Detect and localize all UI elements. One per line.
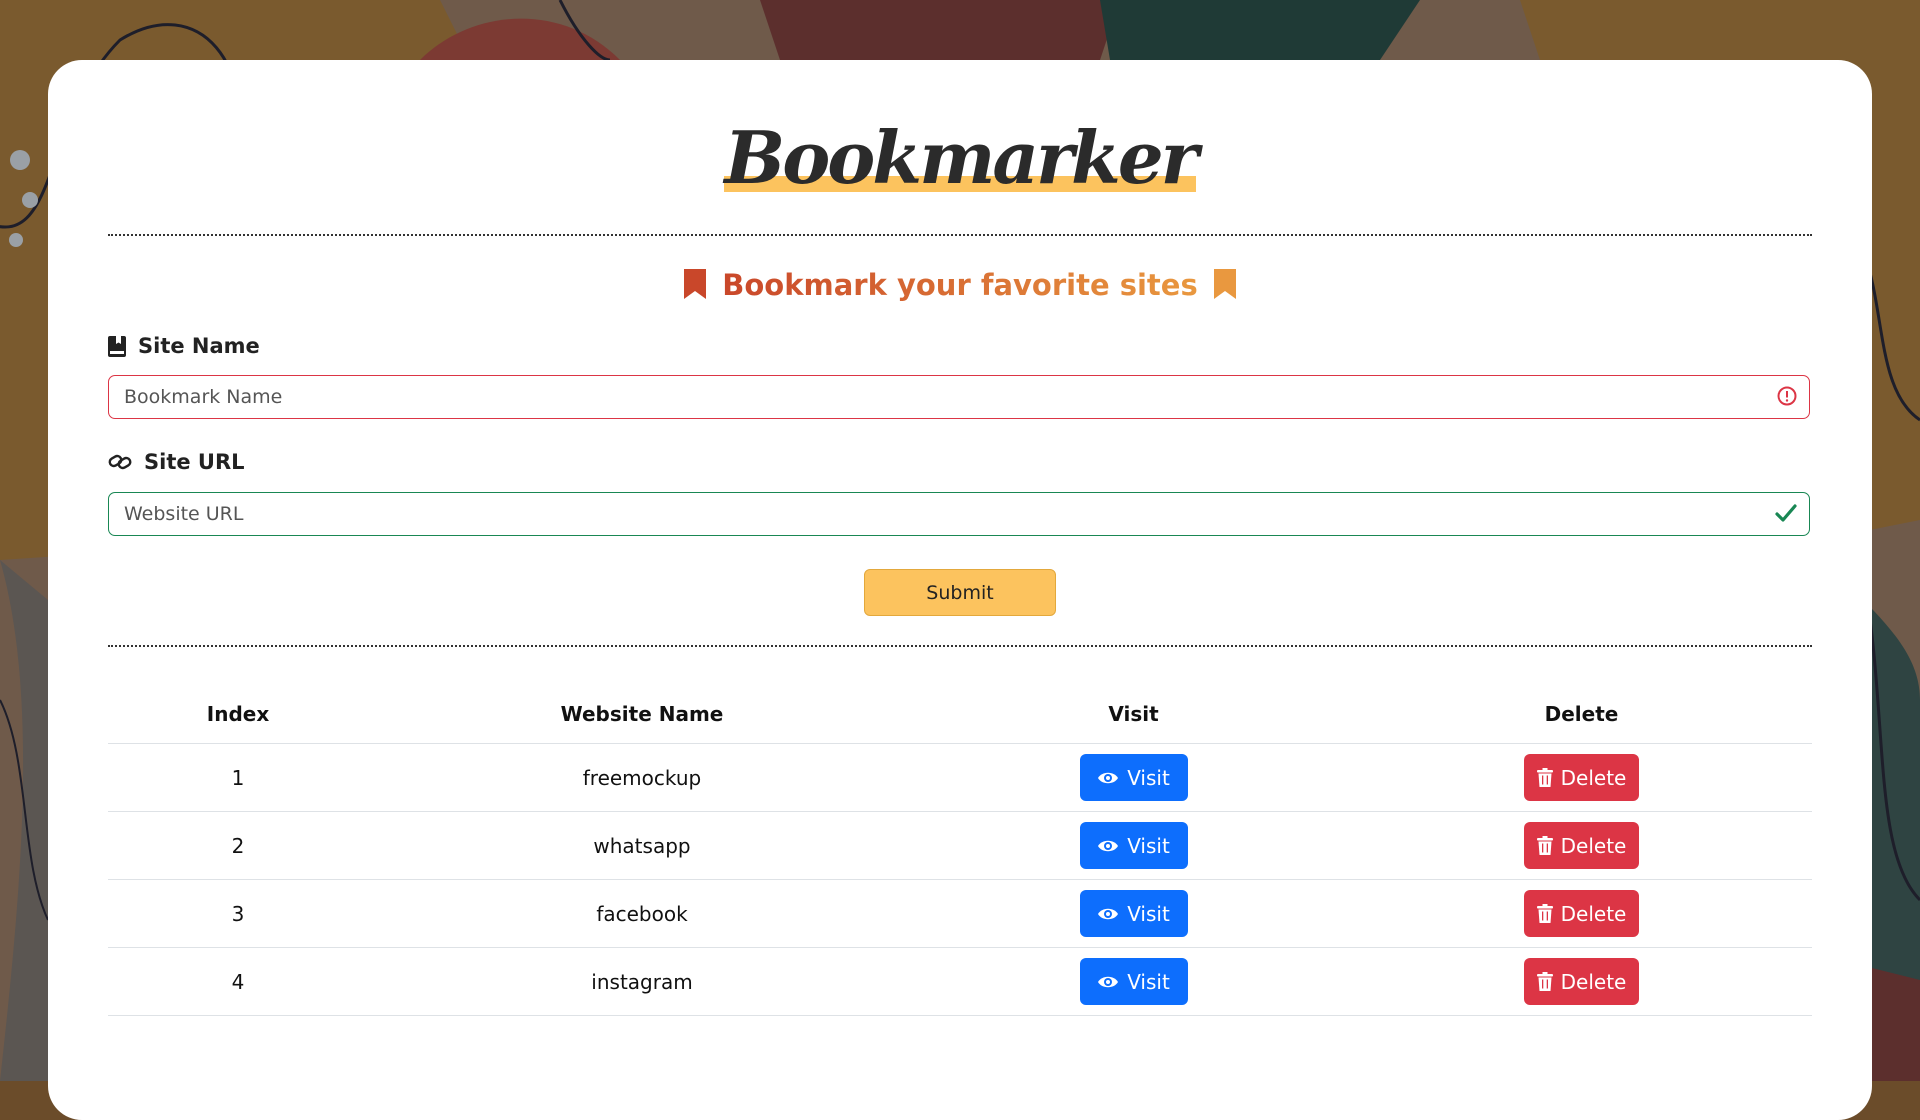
table-row: 3 facebook Visit Delete — [108, 879, 1812, 948]
trash-icon — [1536, 836, 1553, 855]
subtitle-text: Bookmark your favorite sites — [722, 268, 1198, 302]
site-name-label-text: Site Name — [138, 334, 260, 358]
table-row: 2 whatsapp Visit Delete — [108, 811, 1812, 880]
site-url-field[interactable] — [108, 492, 1810, 536]
check-icon — [1775, 504, 1797, 522]
eye-icon — [1098, 772, 1119, 783]
eye-icon — [1098, 840, 1119, 851]
row-index: 4 — [108, 947, 368, 1016]
divider-top — [108, 234, 1812, 236]
bookmarker-card: Bookmarker Bookmark your favorite sites … — [48, 60, 1872, 1120]
header-delete: Delete — [1351, 685, 1812, 744]
bookmark-icon — [684, 269, 707, 299]
table-header-row: Index Website Name Visit Delete — [108, 685, 1812, 744]
page-subtitle: Bookmark your favorite sites — [108, 268, 1812, 302]
book-bookmark-icon — [108, 335, 126, 357]
app-logo-text: Bookmarker — [724, 115, 1198, 200]
visit-cell: Visit — [916, 947, 1351, 1016]
delete-button[interactable]: Delete — [1524, 890, 1639, 937]
table-row: 1 freemockup Visit Delete — [108, 743, 1812, 812]
delete-cell: Delete — [1351, 743, 1812, 812]
visit-button-label: Visit — [1127, 765, 1170, 790]
row-website-name: freemockup — [368, 743, 916, 812]
site-url-label: Site URL — [108, 450, 245, 474]
visit-button-label: Visit — [1127, 901, 1170, 926]
visit-button[interactable]: Visit — [1079, 890, 1188, 937]
site-name-input[interactable] — [109, 376, 1809, 418]
row-index: 1 — [108, 743, 368, 812]
app-logo: Bookmarker — [724, 122, 1199, 194]
link-icon — [108, 454, 132, 470]
row-index: 3 — [108, 879, 368, 948]
visit-button[interactable]: Visit — [1079, 754, 1188, 801]
logo-area: Bookmarker — [108, 60, 1812, 210]
divider-bottom — [108, 645, 1812, 647]
trash-icon — [1536, 768, 1553, 787]
header-website-name: Website Name — [368, 685, 916, 744]
submit-button[interactable]: Submit — [864, 569, 1056, 616]
visit-button[interactable]: Visit — [1079, 958, 1188, 1005]
eye-icon — [1098, 908, 1119, 919]
site-url-label-text: Site URL — [144, 450, 245, 474]
visit-cell: Visit — [916, 811, 1351, 880]
trash-icon — [1536, 972, 1553, 991]
delete-button-label: Delete — [1560, 901, 1627, 926]
site-name-field[interactable] — [108, 375, 1810, 419]
delete-cell: Delete — [1351, 947, 1812, 1016]
site-url-input[interactable] — [109, 493, 1809, 535]
row-website-name: whatsapp — [368, 811, 916, 880]
delete-cell: Delete — [1351, 879, 1812, 948]
header-index: Index — [108, 685, 368, 744]
visit-cell: Visit — [916, 743, 1351, 812]
exclamation-circle-icon — [1777, 386, 1797, 406]
trash-icon — [1536, 904, 1553, 923]
header-visit: Visit — [916, 685, 1351, 744]
delete-cell: Delete — [1351, 811, 1812, 880]
delete-button[interactable]: Delete — [1524, 958, 1639, 1005]
visit-button-label: Visit — [1127, 969, 1170, 994]
row-website-name: facebook — [368, 879, 916, 948]
visit-button[interactable]: Visit — [1079, 822, 1188, 869]
visit-cell: Visit — [916, 879, 1351, 948]
visit-button-label: Visit — [1127, 833, 1170, 858]
delete-button[interactable]: Delete — [1524, 822, 1639, 869]
delete-button[interactable]: Delete — [1524, 754, 1639, 801]
bookmarks-table: Index Website Name Visit Delete 1 freemo… — [108, 685, 1812, 1016]
row-website-name: instagram — [368, 947, 916, 1016]
delete-button-label: Delete — [1560, 969, 1627, 994]
delete-button-label: Delete — [1560, 833, 1627, 858]
delete-button-label: Delete — [1560, 765, 1627, 790]
eye-icon — [1098, 976, 1119, 987]
row-index: 2 — [108, 811, 368, 880]
site-name-label: Site Name — [108, 334, 260, 358]
table-row: 4 instagram Visit Delete — [108, 947, 1812, 1016]
bookmark-icon — [1213, 269, 1236, 299]
